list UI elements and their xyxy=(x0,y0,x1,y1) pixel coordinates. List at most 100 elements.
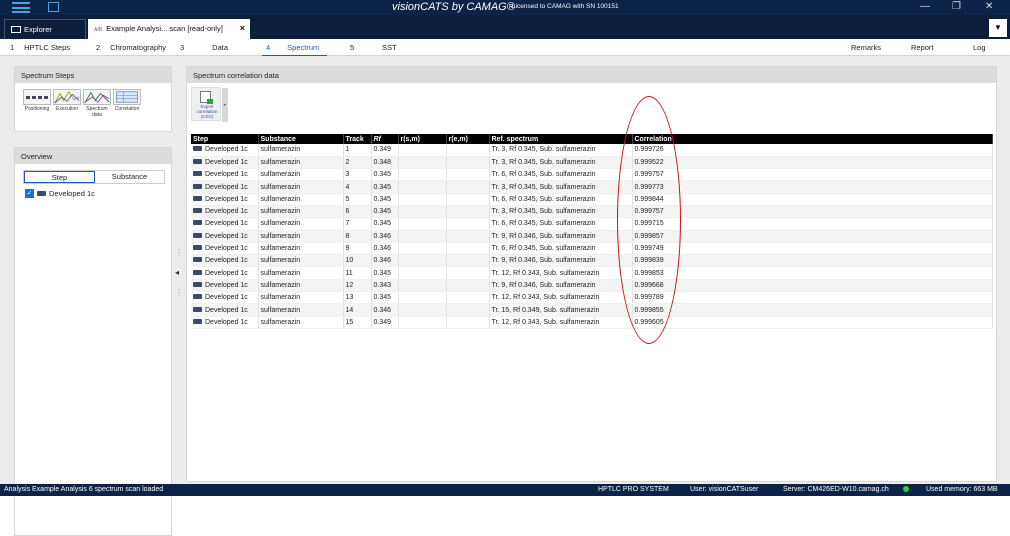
table-row[interactable]: Developed 1c sulfamerazin 3 0.345 Tr. 6, Rf … xyxy=(191,168,993,182)
step-cell-label: Developed 1c xyxy=(205,281,248,289)
tab-data[interactable]: 3 Data xyxy=(180,43,228,52)
step-navigation: 1 HPTLC Steps 2 Chromatography 3 Data 4 Spec… xyxy=(0,39,1010,57)
table-cell xyxy=(398,144,447,157)
table-row[interactable]: Developed 1c sulfamerazin 1 0.349 Tr. 3, Rf … xyxy=(191,144,993,157)
tab-spectrum[interactable]: 4 Spectrum xyxy=(261,43,328,57)
step-cell-label: Developed 1c xyxy=(205,158,248,166)
step-label: Data xyxy=(212,43,229,52)
table-header-row: Step Substance Track Rf r(s,m) r(e,m) Re… xyxy=(191,134,993,144)
column-header[interactable]: Correlation xyxy=(632,134,993,144)
table-row[interactable]: Developed 1c sulfamerazin 12 0.343 Tr. 9, Rf… xyxy=(191,279,993,293)
splitter-grip[interactable]: ⋮ xyxy=(175,288,183,297)
checkbox-checked-icon[interactable]: ✓ xyxy=(25,189,34,198)
correlation-step[interactable]: Correlation xyxy=(113,89,141,118)
table-cell: Developed 1c xyxy=(191,266,259,280)
table-cell: Tr. 9, Rf 0.346, Sub. sulfamerazin xyxy=(489,254,633,268)
close-window-icon[interactable]: ✕ xyxy=(985,1,993,12)
hamburger-menu-icon[interactable] xyxy=(12,2,30,13)
minimize-icon[interactable]: — xyxy=(920,1,930,12)
server-name: Server: CM426ED-W10.camag.ch xyxy=(783,486,889,493)
table-row[interactable]: Developed 1c sulfamerazin 4 0.345 Tr. 3, Rf … xyxy=(191,180,993,194)
table-cell: Tr. 6, Rf 0.345, Sub. sulfamerazin xyxy=(489,193,633,206)
report-link[interactable]: Report xyxy=(911,43,934,52)
step-cell-label: Developed 1c xyxy=(205,232,248,240)
table-cell: sulfamerazin xyxy=(258,230,344,243)
overview-title: Overview xyxy=(15,148,171,164)
close-tab-icon[interactable]: × xyxy=(240,23,245,33)
table-cell: Developed 1c xyxy=(191,242,259,256)
table-row[interactable]: Developed 1c sulfamerazin 7 0.345 Tr. 6, Rf … xyxy=(191,217,993,231)
tree-item-label: Developed 1c xyxy=(49,189,95,198)
log-link[interactable]: Log xyxy=(973,43,986,52)
table-row[interactable]: Developed 1c sulfamerazin 10 0.346 Tr. 9, Rf… xyxy=(191,254,993,268)
plate-icon xyxy=(193,257,202,263)
export-correlation-button[interactable]: Export correlation (CSV) ▸ xyxy=(191,87,228,122)
column-header[interactable]: r(e,m) xyxy=(446,134,490,144)
correlation-cell: 0.999853 xyxy=(632,266,993,280)
connection-status-icon xyxy=(903,486,909,493)
column-header[interactable]: Substance xyxy=(258,134,344,144)
table-row[interactable]: Developed 1c sulfamerazin 13 0.345 Tr. 12, R… xyxy=(191,291,993,305)
substance-toggle-button[interactable]: Substance xyxy=(95,171,164,183)
table-cell xyxy=(398,254,447,268)
table-cell: sulfamerazin xyxy=(258,254,344,268)
table-cell: sulfamerazin xyxy=(258,144,344,157)
column-header[interactable]: Track xyxy=(343,134,372,144)
column-header[interactable]: Step xyxy=(191,134,259,144)
execution-step[interactable]: Execution xyxy=(53,89,81,118)
tab-analysis[interactable]: AIB Example Analysi... scan [read-only] × xyxy=(88,19,250,39)
table-cell: 0.349 xyxy=(371,144,399,157)
table-cell: 0.345 xyxy=(371,266,399,280)
tab-sst[interactable]: 5 SST xyxy=(350,43,397,52)
step-number: 4 xyxy=(266,43,271,52)
table-cell: sulfamerazin xyxy=(258,156,344,170)
remarks-link[interactable]: Remarks xyxy=(851,43,881,52)
column-header[interactable]: r(s,m) xyxy=(398,134,447,144)
table-cell xyxy=(398,316,447,329)
table-row[interactable]: Developed 1c sulfamerazin 8 0.346 Tr. 9, Rf … xyxy=(191,230,993,243)
table-cell xyxy=(446,144,490,157)
save-icon[interactable] xyxy=(48,2,59,12)
table-cell: Developed 1c xyxy=(191,279,259,293)
splitter-grip[interactable]: ⋮ xyxy=(175,248,183,257)
table-cell: 0.345 xyxy=(371,205,399,219)
chevron-down-icon[interactable]: ▼ xyxy=(989,19,1007,37)
table-cell xyxy=(446,156,490,170)
table-cell: Developed 1c xyxy=(191,316,259,329)
step-cell-label: Developed 1c xyxy=(205,195,248,203)
tab-chromatography[interactable]: 2 Chromatography xyxy=(96,43,166,52)
table-row[interactable]: Developed 1c sulfamerazin 2 0.348 Tr. 3, Rf … xyxy=(191,156,993,170)
step-cell-label: Developed 1c xyxy=(205,208,248,216)
toolbar-expand-icon[interactable]: ▸ xyxy=(222,88,228,122)
document-tab-bar: Explorer AIB Example Analysi... scan [rea… xyxy=(0,15,1010,39)
plate-icon xyxy=(193,146,202,152)
collapse-panel-icon[interactable]: ◂ xyxy=(175,268,179,277)
spectrum-data-step[interactable]: Spectrum data xyxy=(83,89,111,118)
table-cell: 0.346 xyxy=(371,230,399,243)
positioning-step[interactable]: Positioning xyxy=(23,89,51,118)
table-row[interactable]: Developed 1c sulfamerazin 14 0.346 Tr. 15, R… xyxy=(191,303,993,317)
table-row[interactable]: Developed 1c sulfamerazin 11 0.345 Tr. 12, R… xyxy=(191,266,993,280)
step-toggle-button[interactable]: Step xyxy=(24,171,95,183)
table-row[interactable]: Developed 1c sulfamerazin 6 0.345 Tr. 3, Rf … xyxy=(191,205,993,219)
column-header[interactable]: Ref. spectrum xyxy=(489,134,633,144)
plate-icon xyxy=(193,318,202,324)
correlation-cell: 0.999857 xyxy=(632,230,993,243)
step-icon-label: Positioning xyxy=(24,106,50,112)
table-row[interactable]: Developed 1c sulfamerazin 5 0.345 Tr. 6, Rf … xyxy=(191,193,993,206)
table-row[interactable]: Developed 1c sulfamerazin 15 0.349 Tr. 12, R… xyxy=(191,316,993,329)
license-text: Licensed to CAMAG with SN 100151 xyxy=(512,3,619,10)
analysis-tag: AIB xyxy=(94,27,103,33)
correlation-cell: 0.999726 xyxy=(632,144,993,157)
table-icon xyxy=(113,89,141,105)
tree-item[interactable]: ✓ Developed 1c xyxy=(25,189,171,198)
column-header[interactable]: Rf xyxy=(371,134,399,144)
table-cell: 8 xyxy=(343,230,372,243)
overview-toggle: Step Substance xyxy=(23,170,165,184)
tab-hptlc-steps[interactable]: 1 HPTLC Steps xyxy=(10,43,70,52)
restore-icon[interactable]: ❐ xyxy=(952,1,961,12)
table-cell xyxy=(446,168,490,182)
table-row[interactable]: Developed 1c sulfamerazin 9 0.346 Tr. 6, Rf … xyxy=(191,242,993,256)
correlation-cell: 0.999749 xyxy=(632,242,993,256)
tab-explorer[interactable]: Explorer xyxy=(4,19,86,39)
